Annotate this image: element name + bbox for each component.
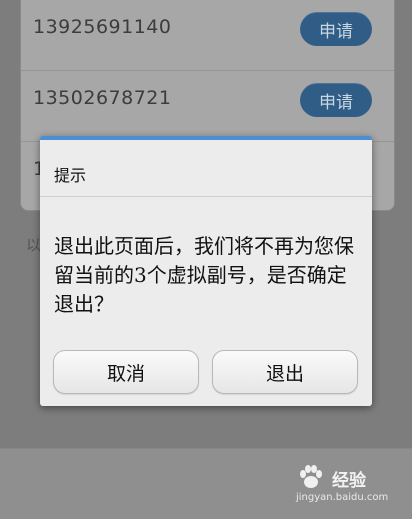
watermark-brand: 经验 [332, 471, 366, 491]
paw-logo-icon [300, 465, 322, 488]
baidu-jingyan-watermark: 经验 jingyan.baidu.com [296, 462, 406, 512]
phone-number: 13502678721 [33, 87, 172, 109]
apply-button[interactable]: 申请 [300, 83, 372, 117]
exit-button[interactable]: 退出 [212, 350, 358, 394]
list-item: 13502678721 申请 [21, 71, 394, 142]
apply-button[interactable]: 申请 [300, 12, 372, 46]
exit-confirm-dialog: 提示 退出此页面后，我们将不再为您保留当前的3个虚拟副号，是否确定退出？ 取消 … [40, 136, 372, 406]
footnote-text: 以 [26, 236, 42, 254]
phone-number: 13925691140 [33, 16, 172, 38]
list-item: 13925691140 申请 [21, 0, 394, 71]
dialog-title: 提示 [54, 166, 87, 185]
cancel-button[interactable]: 取消 [53, 350, 199, 394]
dialog-divider [40, 196, 372, 197]
watermark-url: jingyan.baidu.com [296, 492, 389, 503]
dialog-message: 退出此页面后，我们将不再为您保留当前的3个虚拟副号，是否确定退出？ [54, 234, 354, 316]
